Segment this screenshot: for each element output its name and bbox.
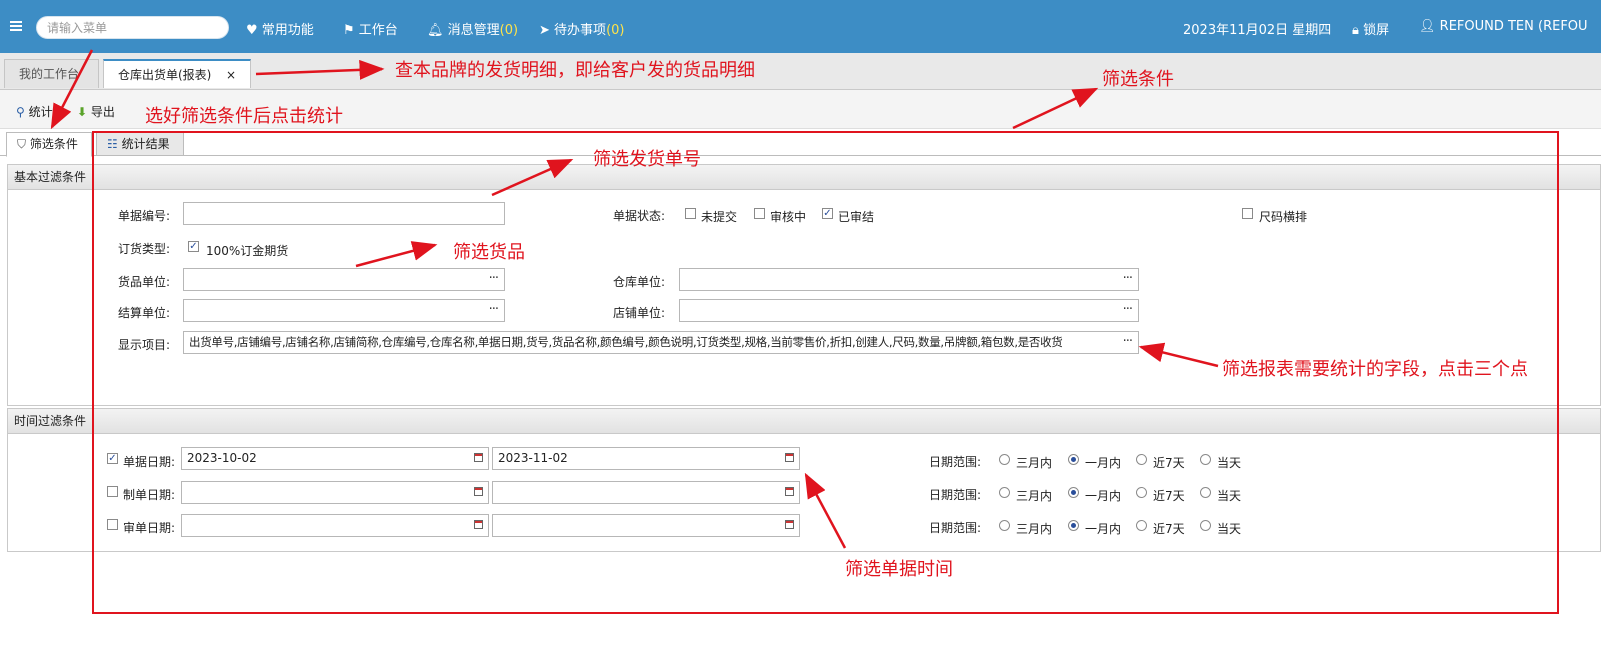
annotation-text: 筛选报表需要统计的字段，点击三个点 <box>1222 359 1528 380</box>
annotation-arrow <box>1138 342 1219 368</box>
annotation-text: 选好筛选条件后点击统计 <box>145 106 343 127</box>
annotation-text: 筛选发货单号 <box>593 149 701 170</box>
annotation-arrow <box>355 241 438 268</box>
annotation-arrows <box>50 49 1219 549</box>
annotation-text: 筛选条件 <box>1102 69 1174 90</box>
annotation-arrow <box>255 59 385 80</box>
annotation-text: 筛选货品 <box>453 242 525 263</box>
annotation-arrow <box>50 49 94 130</box>
annotation-arrow <box>1012 87 1099 130</box>
annotation-text: 查本品牌的发货明细，即给客户发的货品明细 <box>395 60 755 81</box>
annotation-arrow <box>491 158 574 197</box>
annotation-arrow <box>804 472 847 549</box>
annotation-text: 筛选单据时间 <box>845 559 953 580</box>
